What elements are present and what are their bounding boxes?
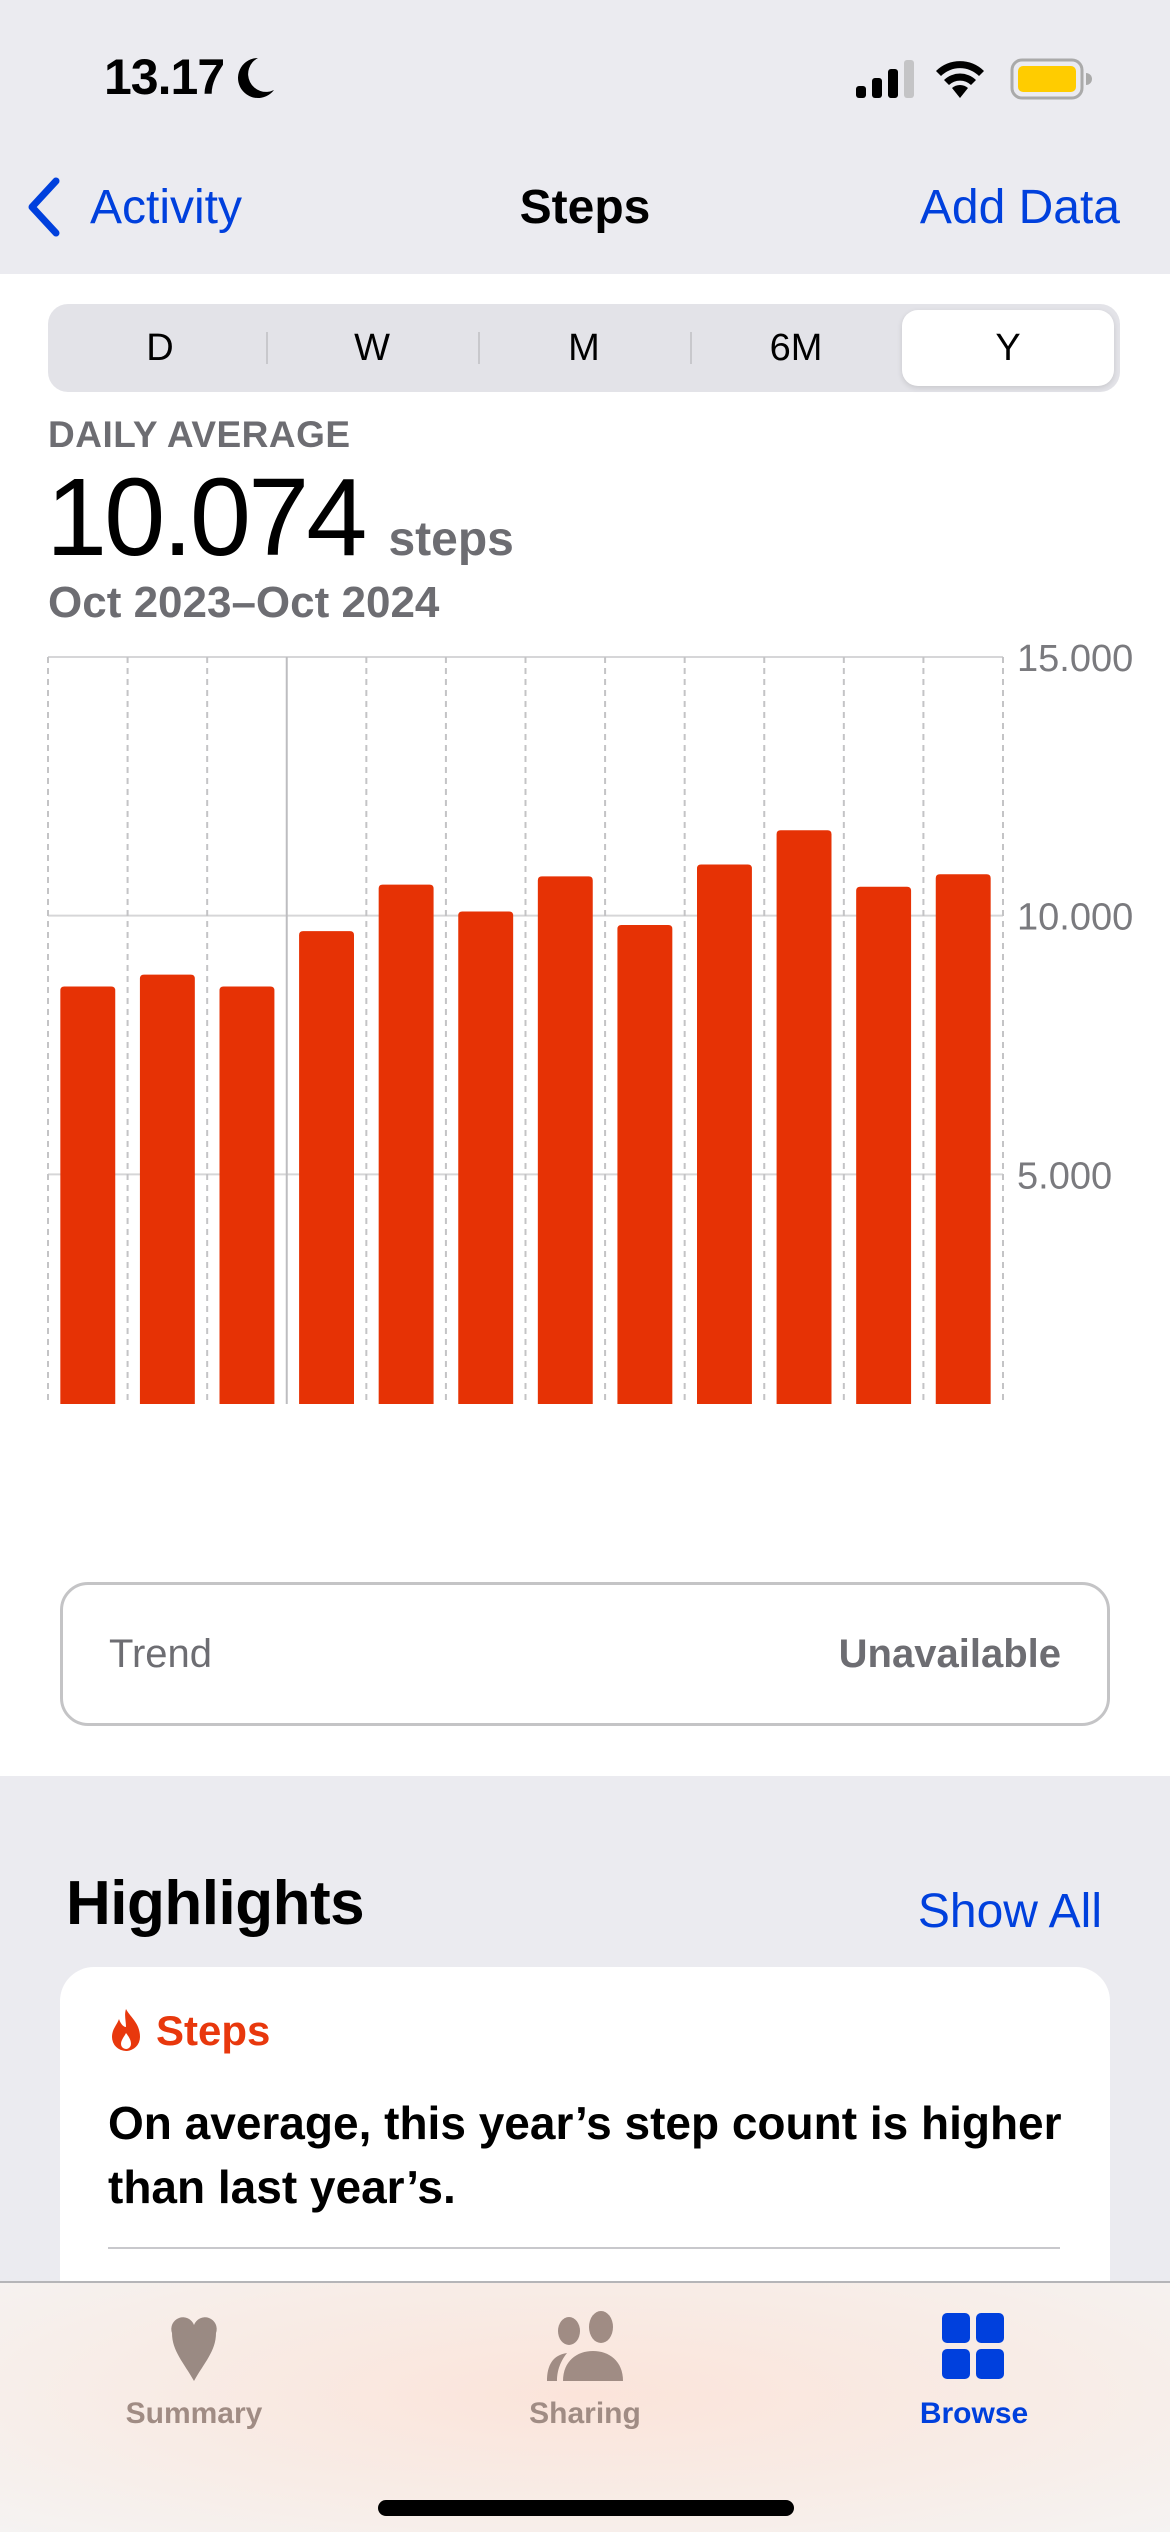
y-tick-label: 10.000 — [1017, 897, 1133, 939]
tab-sharing[interactable]: Sharing — [435, 2283, 735, 2463]
time-range-selector: D W M 6M Y — [48, 304, 1120, 392]
trend-row[interactable]: Trend Unavailable — [60, 1582, 1110, 1726]
tab-sharing-label: Sharing — [529, 2397, 641, 2430]
bar-7 — [617, 924, 673, 1404]
grid-icon — [942, 2313, 1004, 2379]
bar-3 — [299, 931, 354, 1404]
home-indicator[interactable] — [378, 2500, 794, 2516]
highlight-category: Steps — [108, 2007, 270, 2055]
bar-6 — [537, 876, 593, 1404]
back-button[interactable]: Activity — [24, 176, 242, 238]
trend-label: Trend — [109, 1631, 213, 1676]
range-option-6m[interactable]: 6M — [690, 310, 902, 386]
bar-4 — [378, 884, 434, 1404]
range-option-d[interactable]: D — [54, 310, 266, 386]
bar-1 — [139, 974, 195, 1404]
trend-value: Unavailable — [838, 1631, 1061, 1676]
cellular-signal-icon — [856, 60, 914, 98]
tab-summary[interactable]: Summary — [44, 2283, 344, 2463]
range-option-y[interactable]: Y — [902, 310, 1114, 386]
bar-2 — [219, 986, 275, 1404]
range-option-m[interactable]: M — [478, 310, 690, 386]
steps-panel: D W M 6M Y DAILY AVERAGE 10.074 steps Oc… — [0, 274, 1170, 1776]
show-all-button[interactable]: Show All — [918, 1884, 1102, 1939]
range-option-w[interactable]: W — [266, 310, 478, 386]
bar-5 — [458, 911, 514, 1404]
bar-11 — [935, 874, 991, 1404]
summary-label: DAILY AVERAGE — [48, 414, 351, 455]
steps-bar-chart[interactable]: 05.00010.00015.000ONDJFMAMJJAS — [0, 644, 1170, 1404]
chevron-left-icon — [28, 177, 60, 237]
wifi-icon — [936, 61, 984, 98]
add-data-button[interactable]: Add Data — [920, 180, 1120, 235]
highlights-heading: Highlights — [66, 1869, 365, 1938]
heart-icon — [171, 2317, 217, 2381]
divider — [108, 2247, 1060, 2249]
back-label: Activity — [90, 180, 243, 234]
people-icon — [547, 2311, 623, 2381]
moon-icon — [238, 58, 274, 98]
tab-browse[interactable]: Browse — [824, 2283, 1124, 2463]
daily-average-unit: steps — [388, 513, 514, 566]
tab-browse-label: Browse — [919, 2397, 1029, 2430]
highlight-message: On average, this year’s step count is hi… — [108, 2097, 1062, 2213]
daily-average: 10.074 steps — [46, 454, 514, 581]
date-range: Oct 2023–Oct 2024 — [48, 578, 440, 627]
y-tick-label: 5.000 — [1017, 1155, 1112, 1197]
tab-summary-label: Summary — [125, 2397, 263, 2430]
navigation-bar: Activity Steps Add Data — [0, 150, 1170, 274]
bar-0 — [60, 986, 116, 1404]
bar-10 — [856, 886, 912, 1404]
status-bar: 13.17 — [0, 0, 1170, 150]
highlight-category-label: Steps — [156, 2007, 271, 2054]
daily-average-value: 10.074 — [46, 456, 367, 579]
tab-bar: Summary Sharing Browse — [0, 2281, 1170, 2532]
bar-8 — [697, 864, 752, 1404]
bar-9 — [776, 830, 832, 1404]
y-tick-label: 15.000 — [1017, 644, 1133, 680]
battery-icon — [1010, 58, 1092, 100]
flame-icon — [112, 2009, 140, 2051]
status-time: 13.17 — [104, 49, 225, 105]
